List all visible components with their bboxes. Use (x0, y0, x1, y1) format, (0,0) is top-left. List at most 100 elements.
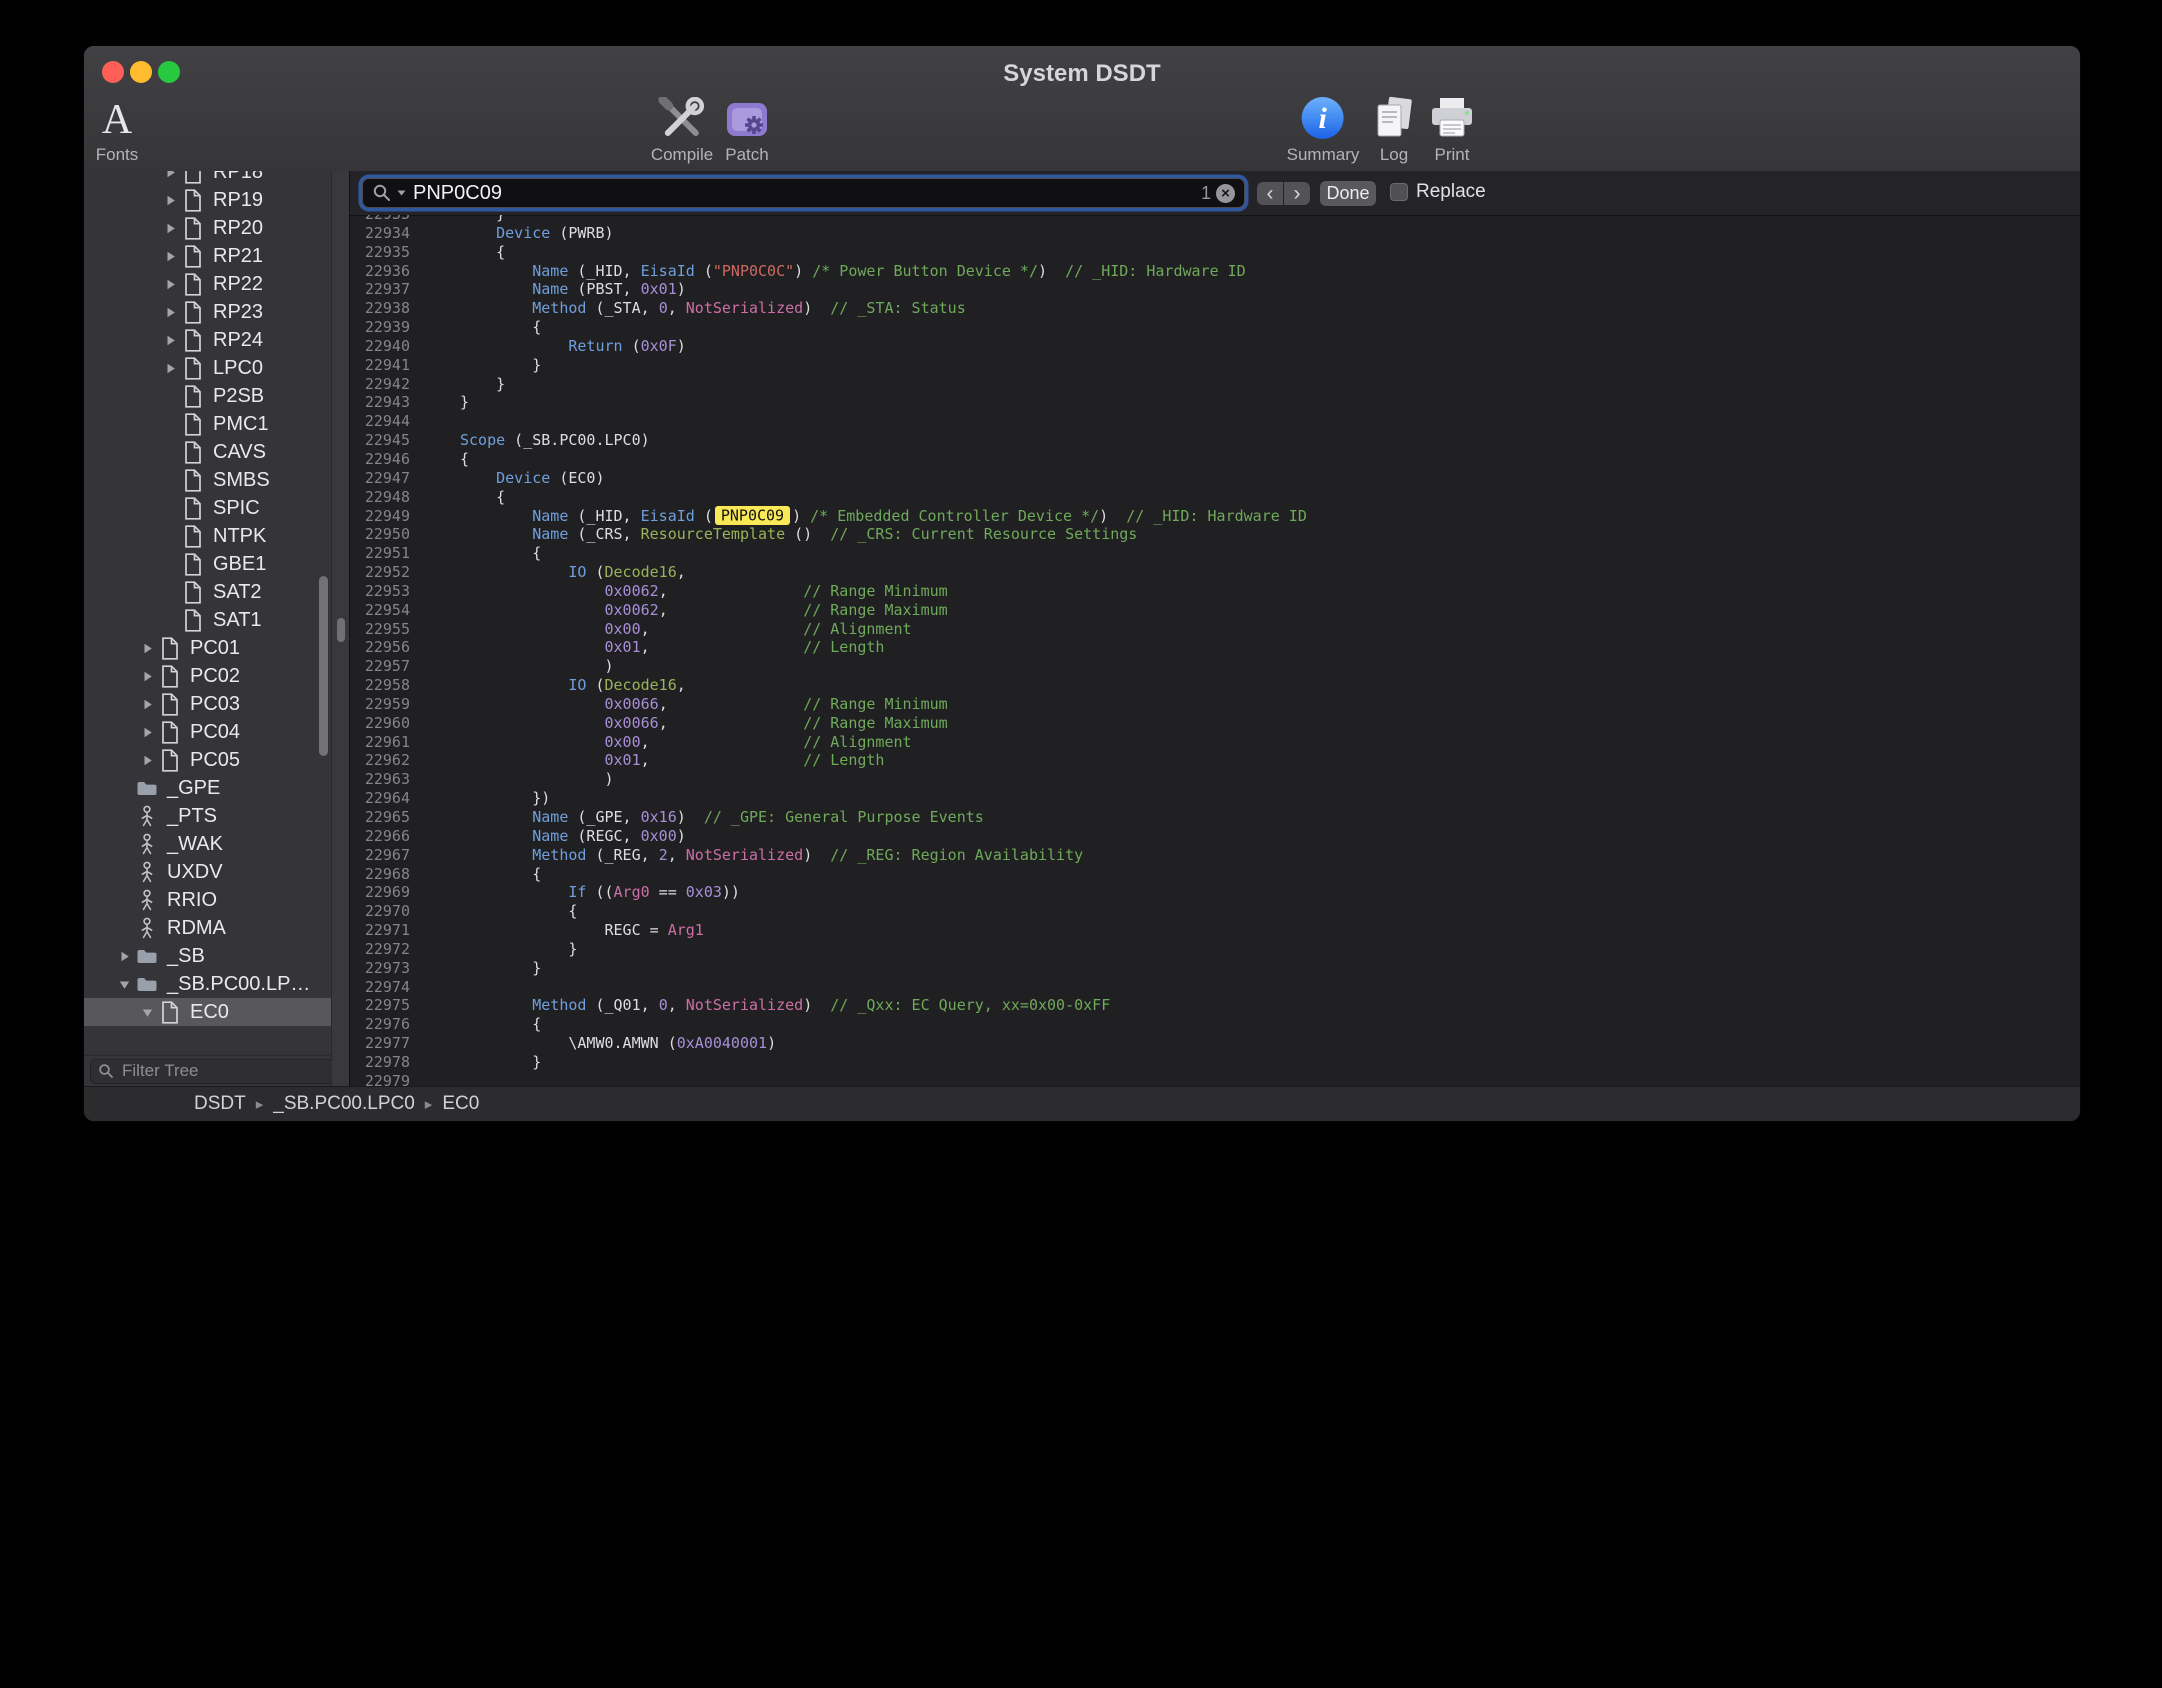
disclosure-triangle[interactable] (137, 754, 158, 767)
code-line: 22972 } (350, 940, 2080, 959)
tree-item-RP22[interactable]: RP22 (84, 270, 331, 298)
clear-search-icon[interactable]: × (1216, 184, 1235, 203)
tree-item-_PTS[interactable]: _PTS (84, 802, 331, 830)
filter-row (84, 1055, 331, 1086)
tree-item-PC03[interactable]: PC03 (84, 690, 331, 718)
code-line-text: IO (Decode16, (410, 676, 686, 695)
code-line-text: If ((Arg0 == 0x03)) (410, 883, 740, 902)
disclosure-triangle[interactable] (160, 306, 181, 319)
line-number: 22968 (350, 865, 410, 884)
tree-item-UXDV[interactable]: UXDV (84, 858, 331, 886)
tree-item-SPIC[interactable]: SPIC (84, 494, 331, 522)
code-line: 22937 Name (PBST, 0x01) (350, 280, 2080, 299)
tree-item-RP24[interactable]: RP24 (84, 326, 331, 354)
replace-checkbox[interactable] (1390, 183, 1408, 201)
tree-item-NTPK[interactable]: NTPK (84, 522, 331, 550)
code-line: 22960 0x0066, // Range Maximum (350, 714, 2080, 733)
code-editor[interactable]: 22933 }22934 Device (PWRB)22935 {22936 N… (350, 215, 2080, 1086)
summary-label: Summary (1287, 145, 1360, 165)
tree-item-RP20[interactable]: RP20 (84, 214, 331, 242)
line-number: 22971 (350, 921, 410, 940)
disclosure-triangle[interactable] (137, 698, 158, 711)
tree-item-RP21[interactable]: RP21 (84, 242, 331, 270)
breadcrumb-item[interactable]: DSDT (194, 1093, 246, 1115)
tree-item-RP18[interactable]: RP18 (84, 171, 331, 186)
main-content: RP18RP19RP20RP21RP22RP23RP24LPC0P2SBPMC1… (84, 171, 2080, 1086)
tree-item-PC05[interactable]: PC05 (84, 746, 331, 774)
tree-item-label: GBE1 (213, 553, 266, 576)
code-line-text: Scope (_SB.PC00.LPC0) (410, 431, 650, 450)
tree-item-LPC0[interactable]: LPC0 (84, 354, 331, 382)
tree-item-label: PC03 (190, 693, 240, 716)
code-line: 22965 Name (_GPE, 0x16) // _GPE: General… (350, 808, 2080, 827)
document-icon (181, 329, 205, 352)
breadcrumb-item[interactable]: _SB.PC00.LPC0 (273, 1093, 415, 1115)
tree-item-_SB.PC00.LP-[interactable]: _SB.PC00.LP… (84, 970, 331, 998)
tree-item-SMBS[interactable]: SMBS (84, 466, 331, 494)
disclosure-triangle[interactable] (137, 642, 158, 655)
line-number: 22942 (350, 375, 410, 394)
summary-button[interactable]: i Summary (1287, 93, 1360, 165)
disclosure-triangle[interactable] (137, 726, 158, 739)
line-number: 22975 (350, 996, 410, 1015)
code-line: 22956 0x01, // Length (350, 638, 2080, 657)
tree-item-PC01[interactable]: PC01 (84, 634, 331, 662)
tree-item-_GPE[interactable]: _GPE (84, 774, 331, 802)
tree-item-PC04[interactable]: PC04 (84, 718, 331, 746)
filter-tree-input[interactable] (120, 1060, 345, 1082)
search-scope-chevron-icon[interactable] (397, 190, 406, 196)
tree-item-_SB[interactable]: _SB (84, 942, 331, 970)
tree-item-RRIO[interactable]: RRIO (84, 886, 331, 914)
desktop: System DSDT A Fonts Compile (0, 0, 2162, 1688)
sidebar: RP18RP19RP20RP21RP22RP23RP24LPC0P2SBPMC1… (84, 171, 332, 1086)
tree-item-RP19[interactable]: RP19 (84, 186, 331, 214)
tree-item-RDMA[interactable]: RDMA (84, 914, 331, 942)
tree-item-EC0[interactable]: EC0 (84, 998, 331, 1026)
patch-button[interactable]: Patch (724, 93, 770, 165)
code-line-text: } (410, 1053, 541, 1072)
line-number: 22939 (350, 318, 410, 337)
tree-item-_WAK[interactable]: _WAK (84, 830, 331, 858)
search-input[interactable] (411, 181, 1196, 206)
code-line-text: \AMW0.AMWN (0xA0040001) (410, 1034, 776, 1053)
code-lines: 22933 }22934 Device (PWRB)22935 {22936 N… (350, 215, 2080, 1086)
line-number: 22965 (350, 808, 410, 827)
tree-item-CAVS[interactable]: CAVS (84, 438, 331, 466)
disclosure-triangle[interactable] (160, 171, 181, 179)
disclosure-triangle[interactable] (160, 250, 181, 263)
disclosure-triangle[interactable] (114, 950, 135, 963)
print-button[interactable]: Print (1427, 93, 1477, 165)
line-number: 22933 (350, 215, 410, 224)
disclosure-triangle[interactable] (160, 222, 181, 235)
tree-item-SAT2[interactable]: SAT2 (84, 578, 331, 606)
disclosure-triangle[interactable] (160, 194, 181, 207)
tree-item-PC02[interactable]: PC02 (84, 662, 331, 690)
tree-item-RP23[interactable]: RP23 (84, 298, 331, 326)
tree-item-GBE1[interactable]: GBE1 (84, 550, 331, 578)
code-line-text: { (410, 488, 505, 507)
filter-tree-field[interactable] (90, 1059, 353, 1084)
tree-item-P2SB[interactable]: P2SB (84, 382, 331, 410)
compile-button[interactable]: Compile (651, 93, 713, 165)
code-line-text: { (410, 450, 469, 469)
find-previous-button[interactable]: ‹ (1257, 182, 1283, 205)
disclosure-triangle[interactable] (137, 670, 158, 683)
disclosure-triangle[interactable] (114, 979, 135, 990)
find-next-button[interactable]: › (1284, 182, 1310, 205)
disclosure-triangle[interactable] (160, 334, 181, 347)
search-field[interactable]: 1 × (362, 178, 1245, 208)
disclosure-triangle[interactable] (160, 278, 181, 291)
breadcrumb-item[interactable]: EC0 (442, 1093, 479, 1115)
sidebar-scrollbar[interactable] (319, 576, 328, 756)
pane-splitter[interactable] (332, 171, 349, 1086)
fonts-button[interactable]: A Fonts (96, 93, 139, 165)
line-number: 22943 (350, 393, 410, 412)
disclosure-triangle[interactable] (137, 1007, 158, 1018)
splitter-handle[interactable] (337, 618, 345, 642)
tree-item-label: _WAK (167, 833, 223, 856)
tree-item-PMC1[interactable]: PMC1 (84, 410, 331, 438)
disclosure-triangle[interactable] (160, 362, 181, 375)
log-button[interactable]: Log (1371, 93, 1417, 165)
tree-item-SAT1[interactable]: SAT1 (84, 606, 331, 634)
done-button[interactable]: Done (1320, 181, 1376, 206)
